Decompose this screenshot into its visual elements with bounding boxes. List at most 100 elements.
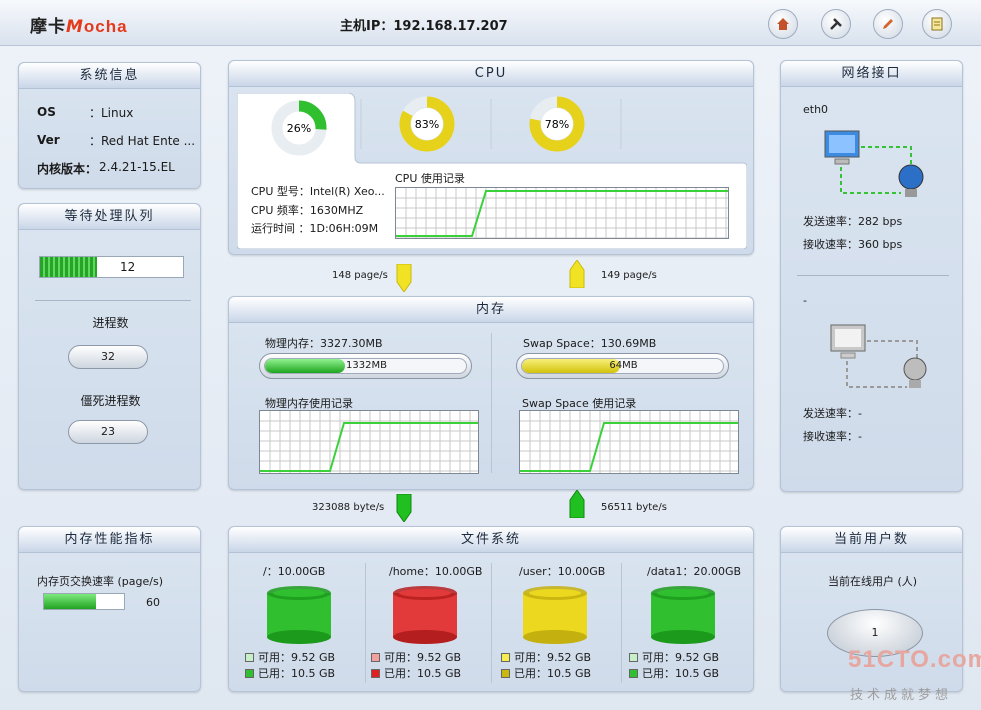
eth0-network-icon: [824, 130, 924, 197]
fs-free-label: 可用：: [642, 651, 675, 664]
fs-cylinder-icon: [267, 586, 331, 644]
tools-icon[interactable]: [821, 9, 851, 39]
queue-title: 等待处理队列: [19, 204, 200, 230]
eth0-recv-rate: 接收速率：360 bps: [803, 238, 903, 251]
cpu-model: CPU 型号：Intel(R) Xeo...: [251, 185, 385, 198]
free-legend-icon: [501, 653, 510, 662]
fs-divider: [365, 563, 366, 683]
fs-cylinder-icon: [651, 586, 715, 644]
watermark-site: 51CTO.com: [848, 646, 981, 673]
cpu-gauge-2[interactable]: 83%: [397, 94, 457, 154]
fs-volume-2[interactable]: /user：10.00GB 可用：9.52 GB 已用：10.5 GB: [499, 557, 617, 685]
home-icon[interactable]: [768, 9, 798, 39]
fs-volume-name: /home：10.00GB: [389, 565, 483, 578]
memory-panel: 内存 物理内存：3327.30MB 1332MB Swap Space：130.…: [228, 296, 754, 490]
used-legend-icon: [371, 669, 380, 678]
fs-cylinder-icon: [523, 586, 587, 644]
fs-title: 文件系统: [229, 527, 753, 553]
memperf-panel: 内存性能指标 内存页交换速率 (page/s) 60: [18, 526, 201, 692]
fs-free-value: 9.52 GB: [547, 651, 592, 664]
if2-network-icon: [830, 324, 927, 388]
fs-divider: [621, 563, 622, 683]
fs-used-label: 已用：: [384, 667, 417, 680]
cpu-freq: CPU 频率：1630MHZ: [251, 204, 364, 217]
memory-divider: [491, 333, 492, 473]
cpu-uptime: 运行时间 ：1D:06H:09M: [251, 222, 379, 235]
swap-used: 64MB: [609, 360, 638, 371]
cpu-history-chart: [395, 187, 729, 239]
host-ip: 主机IP：192.168.17.207: [340, 19, 508, 34]
fs-free-row: 可用：9.52 GB: [629, 649, 719, 665]
fs-used-row: 已用：10.5 GB: [371, 665, 461, 681]
io-in-arrow-icon: [396, 494, 412, 522]
os-value: ：Linux: [89, 106, 134, 120]
if2-send-rate: 发送速率：-: [803, 407, 862, 420]
io-in-rate: 323088 byte/s: [312, 502, 385, 513]
phys-mem-track: 1332MB: [264, 358, 467, 374]
network-title: 网络接口: [781, 61, 962, 87]
fs-free-row: 可用：9.52 GB: [371, 649, 461, 665]
fs-used-label: 已用：: [642, 667, 675, 680]
kernel-value: 2.4.21-15.EL: [99, 160, 175, 174]
swap-rate-bar: [43, 593, 125, 610]
free-legend-icon: [371, 653, 380, 662]
io-out-arrow-icon: [569, 490, 585, 518]
eth0-send-rate: 发送速率：282 bps: [803, 215, 903, 228]
fs-free-label: 可用：: [258, 651, 291, 664]
fs-used-row: 已用：10.5 GB: [501, 665, 591, 681]
fs-volume-3[interactable]: /data1：20.00GB 可用：9.52 GB 已用：10.5 GB: [627, 557, 745, 685]
queue-value: 12: [120, 260, 136, 274]
phys-history-title: 物理内存使用记录: [265, 397, 353, 410]
swap-bar: 64MB: [516, 353, 729, 379]
fs-free-value: 9.52 GB: [417, 651, 462, 664]
swap-history-title: Swap Space 使用记录: [522, 397, 637, 410]
users-title: 当前用户数: [781, 527, 962, 553]
page-in-arrow-icon: [396, 264, 412, 292]
fs-volume-0[interactable]: /：10.00GB 可用：9.52 GB 已用：10.5 GB: [243, 557, 361, 685]
phys-history-chart: [259, 410, 479, 474]
cpu-title: CPU: [229, 61, 753, 87]
os-label: OS: [37, 105, 56, 119]
header-bar: 摩卡Mocha 主机IP：192.168.17.207: [0, 0, 981, 46]
free-legend-icon: [629, 653, 638, 662]
ver-label: Ver: [37, 133, 60, 147]
page-out-rate: 149 page/s: [601, 270, 657, 281]
fs-used-label: 已用：: [514, 667, 547, 680]
if2-recv-rate: 接收速率：-: [803, 430, 862, 443]
fs-free-label: 可用：: [384, 651, 417, 664]
used-legend-icon: [629, 669, 638, 678]
edit-icon[interactable]: [873, 9, 903, 39]
kernel-label: 内核版本：: [37, 162, 98, 176]
fs-free-row: 可用：9.52 GB: [501, 649, 591, 665]
fs-panel: 文件系统 /：10.00GB 可用：9.52 GB 已用：10.5 GB/home：…: [228, 526, 754, 692]
fs-used-value: 10.5 GB: [417, 667, 462, 680]
swap-history-chart: [519, 410, 739, 474]
eth0-name: eth0: [803, 103, 829, 116]
fs-used-row: 已用：10.5 GB: [245, 665, 335, 681]
network-divider: [797, 275, 949, 276]
zombie-count-value: 23: [68, 420, 148, 444]
cpu-gauge-2-label: 83%: [415, 118, 439, 131]
cpu-gauge-1[interactable]: 26%: [269, 98, 329, 158]
phys-mem-label: 物理内存：3327.30MB: [265, 337, 383, 350]
cpu-gauge-3[interactable]: 78%: [527, 94, 587, 154]
sysinfo-title: 系统信息: [19, 63, 200, 89]
memory-title: 内存: [229, 297, 753, 323]
used-legend-icon: [501, 669, 510, 678]
fs-used-value: 10.5 GB: [291, 667, 336, 680]
fs-cylinder-icon: [393, 586, 457, 644]
watermark-slogan: 技术成就梦想: [850, 688, 953, 703]
memperf-title: 内存性能指标: [19, 527, 200, 553]
swap-rate-value: 60: [146, 596, 160, 609]
fs-volume-1[interactable]: /home：10.00GB 可用：9.52 GB 已用：10.5 GB: [369, 557, 487, 685]
process-count-value: 32: [68, 345, 148, 369]
swap-label: Swap Space：130.69MB: [523, 337, 657, 350]
fs-volume-name: /data1：20.00GB: [647, 565, 742, 578]
sysinfo-panel: 系统信息 OS ：Linux Ver ：Red Hat Ente ... 内核版…: [18, 62, 201, 189]
cpu-gauge-3-label: 78%: [545, 118, 569, 131]
document-icon[interactable]: [922, 9, 952, 39]
fs-free-value: 9.52 GB: [291, 651, 336, 664]
online-users-label: 当前在线用户 (人): [827, 575, 918, 588]
fs-used-row: 已用：10.5 GB: [629, 665, 719, 681]
queue-bar-fill: [40, 257, 98, 277]
